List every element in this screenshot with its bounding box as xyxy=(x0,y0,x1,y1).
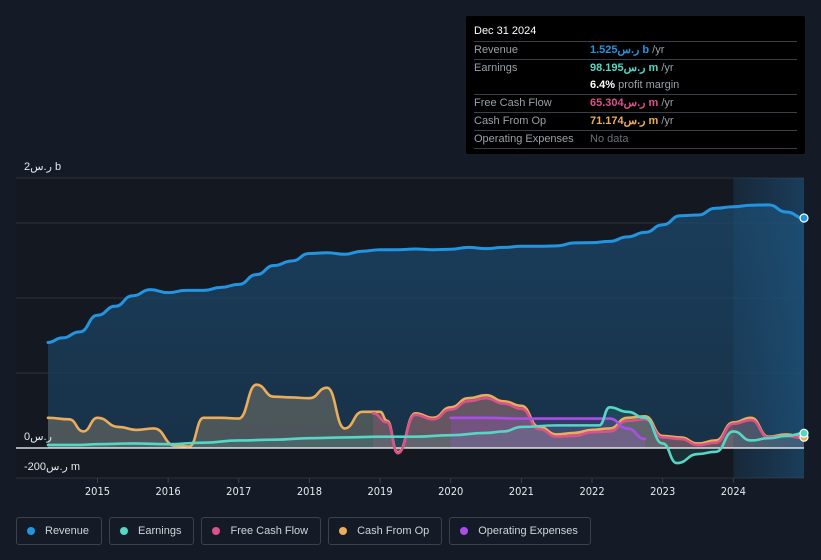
legend-dot-icon xyxy=(339,527,348,535)
tooltip-row: Operating Expenses No data xyxy=(474,131,797,149)
x-tick-label: 2021 xyxy=(508,485,534,498)
x-tick-label: 2019 xyxy=(367,485,393,498)
y-axis-top-label: 2ر.س b xyxy=(24,161,62,173)
x-tick-label: 2024 xyxy=(720,485,746,498)
x-tick-label: 2018 xyxy=(296,485,322,498)
tooltip-row-label: Cash From Op xyxy=(474,115,547,127)
tooltip-row: Free Cash Flow 65.304ر.س m /yr xyxy=(474,95,797,113)
tooltip-row: Earnings 98.195ر.س m /yr xyxy=(474,60,797,77)
y-axis-zero-label: 0ر.س xyxy=(24,431,52,443)
forecast-highlight-band xyxy=(733,178,804,478)
legend-label: Earnings xyxy=(138,525,182,537)
legend-item-cash-from-op[interactable]: Cash From Op xyxy=(328,517,443,545)
legend-label: Free Cash Flow xyxy=(230,525,309,537)
legend-item-revenue[interactable]: Revenue xyxy=(16,517,103,545)
legend-dot-icon xyxy=(120,527,129,535)
tooltip-row: Cash From Op 71.174ر.س m /yr xyxy=(474,113,797,131)
x-tick-label: 2022 xyxy=(579,485,605,498)
earnings-end-marker xyxy=(799,428,809,438)
tooltip-row-label: Operating Expenses xyxy=(474,133,574,145)
tooltip-row-label: Earnings xyxy=(474,62,518,74)
revenue-end-marker xyxy=(799,213,809,223)
legend-label: Cash From Op xyxy=(357,525,430,537)
tooltip-row-value: 98.195ر.س m /yr xyxy=(590,62,674,74)
legend-dot-icon xyxy=(460,527,469,535)
x-tick-label: 2015 xyxy=(84,485,111,498)
legend-label: Revenue xyxy=(45,525,90,537)
x-tick-label: 2020 xyxy=(438,485,464,498)
tooltip-row-value: 65.304ر.س m /yr xyxy=(590,97,674,109)
tooltip-row-value: 1.525ر.س b /yr xyxy=(590,44,665,56)
legend: Revenue Earnings Free Cash Flow Cash From O… xyxy=(16,517,591,545)
tooltip-row-value: 71.174ر.س m /yr xyxy=(590,115,674,127)
legend-item-earnings[interactable]: Earnings xyxy=(109,517,195,545)
tooltip-panel: Dec 31 2024 Revenue 1.525ر.س b /yr Earning… xyxy=(466,16,805,154)
tooltip-row-label xyxy=(474,77,590,94)
tooltip-row: 6.4% profit margin xyxy=(474,77,797,95)
tooltip-row-value: 6.4% profit margin xyxy=(590,79,680,91)
legend-label: Operating Expenses xyxy=(478,525,578,537)
tooltip-date: Dec 31 2024 xyxy=(474,24,797,42)
legend-dot-icon xyxy=(212,527,221,535)
tooltip-row-value: No data xyxy=(590,133,629,145)
x-tick-label: 2017 xyxy=(226,485,252,498)
legend-item-free-cash-flow[interactable]: Free Cash Flow xyxy=(201,517,322,545)
tooltip-row-label: Revenue xyxy=(474,44,519,56)
tooltip-row: Revenue 1.525ر.س b /yr xyxy=(474,42,797,60)
x-ticks xyxy=(96,478,734,483)
legend-dot-icon xyxy=(27,527,35,535)
legend-item-operating-expenses[interactable]: Operating Expenses xyxy=(449,517,591,545)
tooltip-row-label: Free Cash Flow xyxy=(474,97,552,109)
x-tick-label: 2023 xyxy=(650,485,676,498)
x-tick-label: 2016 xyxy=(155,485,181,498)
y-axis-neg-label: -200ر.س m xyxy=(24,461,81,473)
